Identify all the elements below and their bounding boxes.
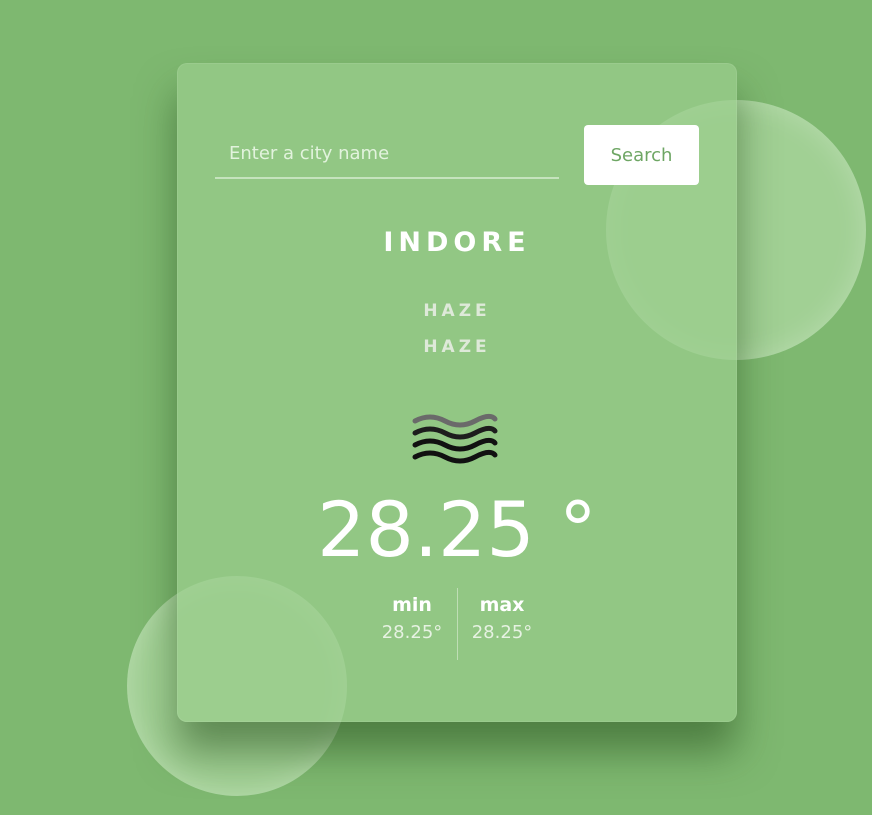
min-temperature: min 28.25° bbox=[367, 594, 457, 643]
max-temperature: max 28.25° bbox=[457, 594, 547, 643]
search-bar: Search bbox=[215, 125, 699, 185]
city-search-input[interactable] bbox=[215, 129, 559, 179]
weather-card: Search INDORE HAZE HAZE 28.25 ° min 28.2… bbox=[177, 63, 737, 722]
current-temperature: 28.25 ° bbox=[317, 485, 597, 574]
city-name: INDORE bbox=[383, 227, 531, 258]
max-label: max bbox=[479, 594, 525, 616]
weather-condition: HAZE bbox=[423, 301, 491, 321]
min-max-temperature: min 28.25° max 28.25° bbox=[367, 588, 547, 660]
search-button[interactable]: Search bbox=[584, 125, 699, 185]
min-label: min bbox=[392, 594, 432, 616]
max-value: 28.25° bbox=[471, 622, 533, 643]
haze-icon bbox=[412, 413, 498, 464]
min-value: 28.25° bbox=[381, 622, 443, 643]
weather-description: HAZE bbox=[423, 337, 491, 357]
